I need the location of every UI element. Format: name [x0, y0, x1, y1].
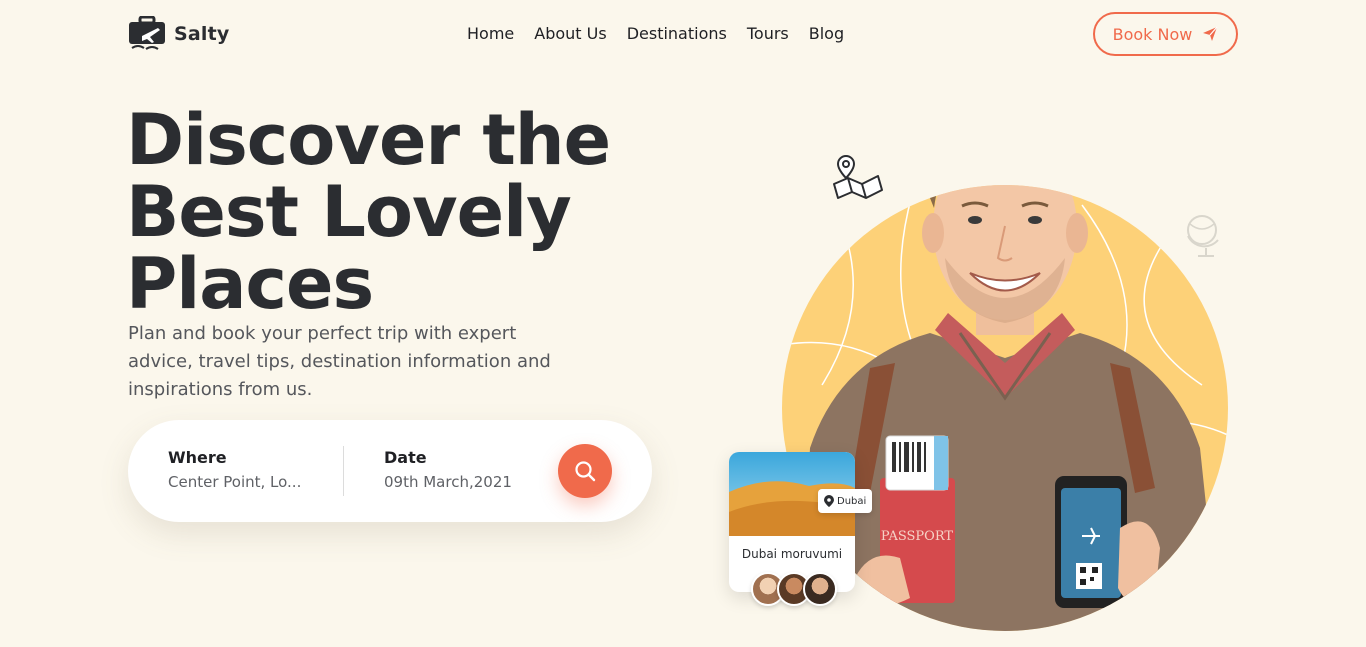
hero-title-line-1: Discover the [126, 99, 611, 181]
brand-logo[interactable]: Salty [128, 16, 230, 52]
location-badge-label: Dubai [837, 495, 867, 507]
hero-description: Plan and book your perfect trip with exp… [128, 323, 551, 400]
where-field[interactable]: Where Center Point, Lo... [168, 448, 301, 491]
destination-card[interactable]: Dubai Dubai moruvumi [729, 452, 873, 606]
traveler-photo: PASSPORT [800, 185, 1220, 631]
avatar [803, 572, 837, 606]
nav-home[interactable]: Home [467, 24, 514, 43]
traveler-avatars [751, 572, 837, 606]
location-badge: Dubai [818, 489, 873, 513]
date-value: 09th March,2021 [384, 473, 512, 491]
book-now-button[interactable]: Book Now [1093, 12, 1238, 56]
nav-about-us[interactable]: About Us [534, 24, 606, 43]
book-now-label: Book Now [1112, 24, 1193, 44]
hero-title-line-2: Best Lovely [126, 171, 572, 253]
passport-text: PASSPORT [881, 529, 953, 544]
date-label: Date [384, 448, 427, 467]
field-divider [343, 446, 344, 496]
brand-name: Salty [174, 23, 230, 45]
hero-title: Discover the Best Lovely Places [126, 104, 646, 320]
hero-title-line-3: Places [126, 243, 374, 325]
date-field[interactable]: Date 09th March,2021 [384, 448, 512, 491]
location-pin-icon [824, 495, 834, 507]
destination-name: Dubai moruvumi [741, 547, 843, 561]
suitcase-plane-icon [129, 16, 165, 50]
where-value: Center Point, Lo... [168, 473, 302, 491]
search-icon [575, 461, 596, 482]
trip-search-box: Where Center Point, Lo... Date 09th Marc… [128, 420, 652, 522]
nav-tours[interactable]: Tours [747, 24, 789, 43]
paper-plane-icon [1203, 26, 1218, 41]
where-label: Where [168, 448, 227, 467]
main-nav: Home About Us Destinations Tours Blog [467, 24, 864, 43]
nav-blog[interactable]: Blog [809, 24, 844, 43]
nav-destinations[interactable]: Destinations [627, 24, 727, 43]
search-button[interactable] [558, 444, 612, 498]
